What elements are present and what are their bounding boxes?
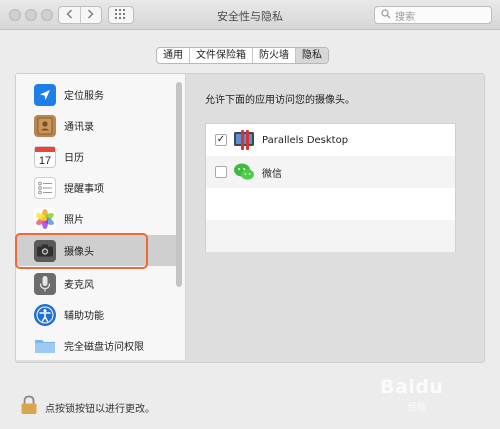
app-name: 微信 <box>262 168 282 180</box>
sidebar-item-full-disk-access[interactable]: 完全磁盘访问权限 <box>16 330 176 360</box>
sidebar-scrollbar[interactable] <box>176 82 182 287</box>
title-bar: 安全性与隐私 搜索 <box>0 0 500 30</box>
microphone-icon <box>34 272 56 295</box>
search-input[interactable]: 搜索 <box>374 6 492 24</box>
tab-bar: 通用 文件保险箱 防火墙 隐私 <box>156 47 329 64</box>
camera-app-list: ✓ Parallels Desktop 微信 <box>205 123 456 252</box>
camera-access-description: 允许下面的应用访问您的摄像头。 <box>205 95 355 106</box>
tab-filevault[interactable]: 文件保险箱 <box>189 48 252 63</box>
tab-firewall[interactable]: 防火墙 <box>252 48 295 63</box>
empty-row <box>206 188 455 220</box>
sidebar-item-accessibility[interactable]: 辅助功能 <box>16 299 176 330</box>
sidebar-item-calendar[interactable]: 17 日历 <box>16 141 176 172</box>
accessibility-icon <box>34 303 56 326</box>
sidebar-item-label: 提醒事项 <box>64 184 104 195</box>
lock-hint-text: 点按锁按钮以进行更改。 <box>45 404 155 415</box>
tab-privacy[interactable]: 隐私 <box>295 48 328 63</box>
empty-row <box>206 220 455 252</box>
sidebar-item-location[interactable]: 定位服务 <box>16 79 176 110</box>
sidebar-item-microphone[interactable]: 麦克风 <box>16 268 176 299</box>
tab-general[interactable]: 通用 <box>157 48 189 63</box>
sidebar-item-label: 照片 <box>64 215 84 226</box>
camera-highlight-annotation <box>15 233 148 269</box>
location-arrow-icon <box>34 83 56 106</box>
parallels-icon <box>233 129 255 151</box>
preferences-window: 安全性与隐私 搜索 通用 文件保险箱 防火墙 隐私 定位服务 通讯录 17 日历… <box>0 0 500 429</box>
sidebar-item-label: 麦克风 <box>64 280 94 291</box>
sidebar-item-reminders[interactable]: 提醒事项 <box>16 172 176 203</box>
wechat-checkbox[interactable] <box>215 166 227 178</box>
calendar-day: 17 <box>39 155 51 167</box>
sidebar-item-label: 完全磁盘访问权限 <box>64 342 144 353</box>
sidebar-item-label: 通讯录 <box>64 122 94 133</box>
lock-button[interactable] <box>20 395 38 418</box>
app-row-parallels[interactable]: ✓ Parallels Desktop <box>206 124 455 156</box>
sidebar-item-label: 辅助功能 <box>64 311 104 322</box>
reminders-icon <box>34 176 56 199</box>
baidu-watermark-sub: 经验 <box>408 403 427 413</box>
folder-icon <box>34 335 56 357</box>
app-name: Parallels Desktop <box>262 134 349 146</box>
privacy-category-list[interactable]: 定位服务 通讯录 17 日历 提醒事项 照片 摄像头 麦克风 辅助功能 完全磁盘… <box>16 74 186 360</box>
sidebar-item-label: 日历 <box>64 153 84 164</box>
sidebar-item-contacts[interactable]: 通讯录 <box>16 110 176 141</box>
lock-icon <box>20 395 38 418</box>
search-icon <box>381 8 395 22</box>
parallels-checkbox[interactable]: ✓ <box>215 134 227 146</box>
wechat-icon <box>233 161 255 183</box>
baidu-watermark: Baidu <box>380 376 444 398</box>
contacts-book-icon <box>34 114 56 137</box>
sidebar-item-photos[interactable]: 照片 <box>16 203 176 234</box>
app-row-wechat[interactable]: 微信 <box>206 156 455 188</box>
sidebar-item-label: 定位服务 <box>64 91 104 102</box>
photos-flower-icon <box>34 207 56 230</box>
calendar-icon: 17 <box>34 145 56 168</box>
search-placeholder: 搜索 <box>395 11 415 23</box>
